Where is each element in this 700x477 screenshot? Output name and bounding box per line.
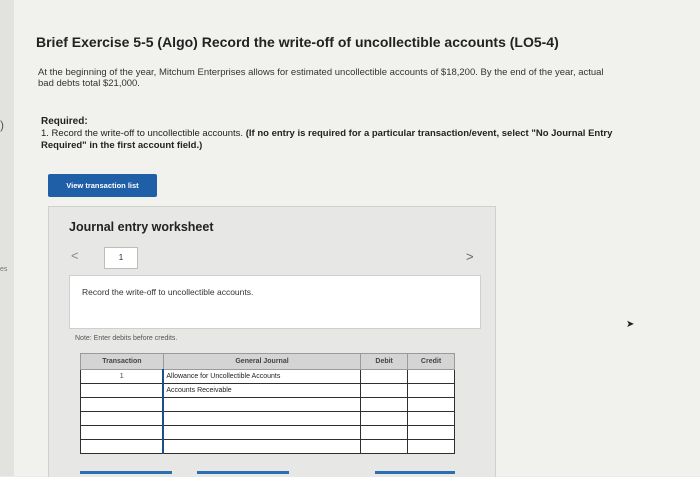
credit-input[interactable] — [407, 369, 455, 384]
debit-input[interactable] — [360, 425, 409, 440]
table-row — [80, 397, 455, 412]
credit-input[interactable] — [407, 411, 455, 426]
transaction-cell — [80, 397, 164, 412]
credit-input[interactable] — [407, 439, 455, 454]
credit-input[interactable] — [407, 425, 455, 440]
entry-page-tab[interactable]: 1 — [104, 247, 138, 269]
account-select[interactable] — [162, 411, 362, 426]
entry-note: Note: Enter debits before credits. — [75, 335, 178, 342]
table-row — [80, 411, 455, 426]
required-instruction-line-2: Required" in the first account field.) — [41, 140, 203, 151]
header-credit: Credit — [407, 353, 455, 370]
mouse-cursor-icon: ➤ — [626, 319, 635, 330]
credit-input[interactable] — [407, 383, 455, 398]
required-item-1: 1. Record the write-off to uncollectible… — [41, 128, 612, 139]
header-general-journal: General Journal — [162, 353, 362, 370]
transaction-cell — [80, 383, 164, 398]
table-row: 1 Allowance for Uncollectible Accounts — [80, 369, 455, 384]
debit-input[interactable] — [360, 369, 409, 384]
collapse-arrow-icon[interactable]: ) — [0, 118, 4, 132]
required-heading: Required: — [41, 116, 88, 127]
intro-line-2: bad debts total $21,000. — [38, 78, 140, 89]
entry-description-box: Record the write-off to uncollectible ac… — [69, 275, 481, 329]
intro-line-1: At the beginning of the year, Mitchum En… — [38, 67, 604, 78]
entry-description: Record the write-off to uncollectible ac… — [82, 287, 254, 297]
table-header-row: Transaction General Journal Debit Credit — [80, 353, 455, 370]
table-row: Accounts Receivable — [80, 383, 455, 398]
account-select[interactable]: Allowance for Uncollectible Accounts — [162, 369, 362, 384]
previous-entry-icon[interactable]: < — [71, 248, 79, 263]
required-instruction-bold: (If no entry is required for a particula… — [245, 128, 613, 139]
transaction-cell — [80, 425, 164, 440]
required-item-text: 1. Record the write-off to uncollectible… — [41, 128, 246, 139]
exercise-intro: At the beginning of the year, Mitchum En… — [38, 67, 688, 89]
left-pane-text-fragment: es — [0, 266, 8, 273]
debit-input[interactable] — [360, 411, 409, 426]
header-debit: Debit — [360, 353, 409, 370]
account-select[interactable] — [162, 397, 362, 412]
credit-input[interactable] — [407, 397, 455, 412]
header-transaction: Transaction — [80, 353, 164, 370]
table-row — [80, 439, 455, 454]
account-select[interactable]: Accounts Receivable — [162, 383, 362, 398]
exercise-title: Brief Exercise 5-5 (Algo) Record the wri… — [36, 34, 559, 50]
table-row — [80, 425, 455, 440]
account-select[interactable] — [162, 439, 362, 454]
journal-entry-worksheet: Journal entry worksheet < 1 > Record the… — [48, 206, 496, 477]
worksheet-title: Journal entry worksheet — [69, 220, 214, 234]
transaction-cell: 1 — [80, 369, 164, 384]
next-entry-icon[interactable]: > — [466, 249, 474, 264]
transaction-cell — [80, 439, 164, 454]
view-transaction-list-button[interactable]: View transaction list — [48, 174, 157, 197]
record-entry-button-edge[interactable] — [80, 471, 172, 474]
general-journal-table: Transaction General Journal Debit Credit… — [80, 353, 455, 454]
account-select[interactable] — [162, 425, 362, 440]
exercise-page: Brief Exercise 5-5 (Algo) Record the wri… — [14, 0, 700, 477]
debit-input[interactable] — [360, 383, 409, 398]
view-general-journal-button-edge[interactable] — [375, 471, 455, 474]
debit-input[interactable] — [360, 439, 409, 454]
clear-entry-button-edge[interactable] — [197, 471, 289, 474]
transaction-cell — [80, 411, 164, 426]
left-pane-edge: ) es — [0, 0, 14, 476]
debit-input[interactable] — [360, 397, 409, 412]
